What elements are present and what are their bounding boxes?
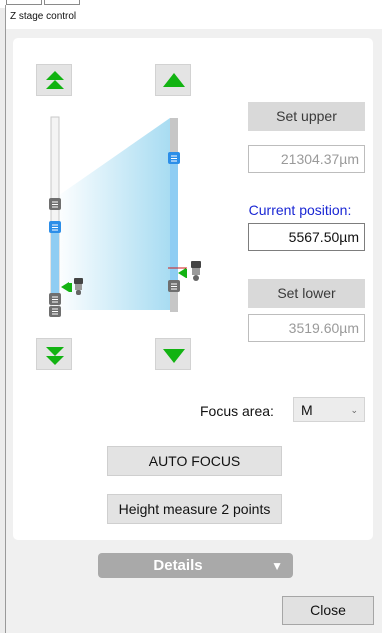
lower-limit-field[interactable]: 3519.60µm [248, 314, 365, 342]
stage-diagram [49, 116, 187, 317]
height-measure-button[interactable]: Height measure 2 points [107, 494, 282, 524]
double-up-arrow-icon [46, 71, 64, 89]
overview-bottom-handle[interactable] [49, 306, 61, 317]
triangle-down-icon: ▼ [271, 559, 283, 573]
set-upper-button[interactable]: Set upper [248, 102, 365, 131]
stage-lower-handle[interactable] [168, 280, 180, 292]
stage-upper-handle[interactable] [168, 152, 180, 164]
focus-area-value: M [301, 402, 313, 418]
overview-position-handle[interactable] [49, 221, 61, 233]
chevron-down-icon: ⌄ [350, 405, 358, 415]
set-lower-button[interactable]: Set lower [248, 279, 365, 308]
auto-focus-button[interactable]: AUTO FOCUS [107, 446, 282, 476]
stage-range-fill [170, 153, 178, 286]
focus-area-label: Focus area: [200, 403, 274, 419]
up-arrow-icon [163, 73, 185, 87]
objective-marker-right-icon [178, 268, 187, 278]
overview-upper-handle[interactable] [49, 198, 61, 210]
objective-body-icon [191, 261, 202, 283]
details-label: Details [153, 557, 203, 574]
close-button[interactable]: Close [282, 596, 374, 625]
current-position-label: Current position: [248, 202, 352, 218]
current-position-field[interactable]: 5567.50µm [248, 223, 365, 251]
overview-range-fill [51, 228, 59, 295]
focus-area-select[interactable]: M ⌄ [293, 397, 365, 422]
step-down-button[interactable] [155, 338, 191, 370]
focus-range-wedge [55, 118, 170, 310]
step-up-button[interactable] [155, 64, 191, 96]
move-to-top-button[interactable] [36, 64, 72, 96]
move-to-bottom-button[interactable] [36, 338, 72, 370]
window-title: Z stage control [10, 11, 77, 22]
double-down-arrow-icon [46, 347, 64, 365]
upper-limit-field[interactable]: 21304.37µm [248, 145, 365, 173]
down-arrow-icon [163, 349, 185, 363]
details-toggle-button[interactable]: Details ▼ [98, 553, 293, 578]
title-bar: Z stage control [6, 5, 382, 29]
overview-lower-handle[interactable] [49, 293, 61, 305]
